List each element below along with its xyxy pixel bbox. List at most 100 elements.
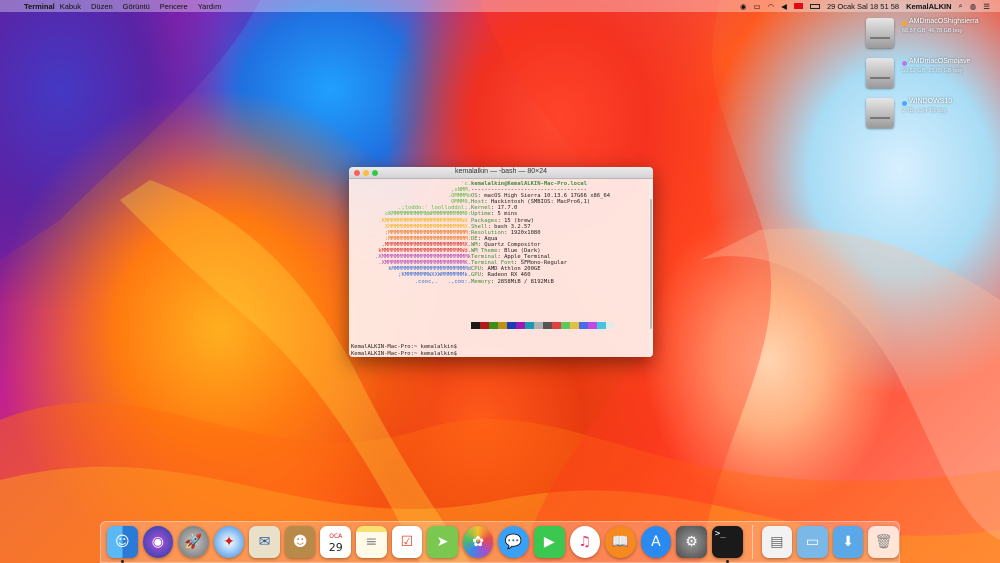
menu-pencere[interactable]: Pencere: [155, 2, 193, 11]
desktop-drive-mojave[interactable]: AMDmacOSmojave 59,62 GB, 25,05 GB boş: [866, 58, 996, 92]
system-info-value: : 2858MiB / 8192MiB: [490, 278, 554, 285]
drive-capacity: 2 TB, 1,94 TB boş: [902, 108, 947, 114]
system-info-value: : 5 mins: [490, 211, 518, 218]
menu-yardim[interactable]: Yardım: [193, 2, 227, 11]
notification-center-icon[interactable]: ☰: [983, 2, 990, 11]
system-info-key: Memory: [471, 278, 491, 285]
system-info-key: GPU: [471, 272, 481, 279]
color-swatch: [552, 322, 561, 329]
terminal-scrollbar[interactable]: [649, 179, 653, 357]
system-info-key: CPU: [471, 266, 481, 273]
system-info-value: : 17.7.0: [490, 205, 518, 212]
shell-prompt-line: KemalALKIN-Mac-Pro:~ kemalalkin$: [351, 344, 457, 350]
system-info-value: : Hackintosh (SMBIOS: MacPro6,1): [484, 199, 591, 206]
drive-name: WINDOWS10: [909, 98, 953, 105]
terminal-app-icon[interactable]: >_: [711, 526, 743, 563]
messages-icon[interactable]: 💬: [498, 526, 529, 558]
contacts-icon[interactable]: ☻: [284, 526, 316, 558]
system-info-value: : SFMono-Regular: [514, 260, 568, 267]
documents-folder-icon[interactable]: ▭: [797, 526, 828, 558]
menubar-clock[interactable]: 29 Ocak Sal 18 51 58: [827, 2, 899, 11]
hard-drive-icon: [866, 98, 894, 128]
terminal-titlebar[interactable]: kemalalkin — -bash — 80×24: [349, 167, 653, 179]
spotlight-icon[interactable]: ⌕: [959, 1, 963, 11]
facetime-icon[interactable]: ▶: [533, 526, 565, 558]
menu-duzen[interactable]: Düzen: [86, 2, 118, 11]
drive-tag-dot: [902, 61, 907, 66]
ascii-apple-logo: 'c. ,xNMM. .OMMMMo OMMM0, .;loddo:' loollodd…: [351, 181, 471, 285]
system-info-key: Uptime: [471, 211, 491, 218]
system-info-value: : macOS High Sierra 10.13.6 17G66 x86_64: [477, 193, 611, 200]
system-preferences-icon[interactable]: ⚙: [676, 526, 707, 558]
battery-icon[interactable]: [809, 3, 820, 9]
system-info-value: : Apple_Terminal: [497, 254, 551, 261]
drive-capacity: 68,57 GB, 46,78 GB boş: [902, 28, 962, 34]
downloads-stack-icon[interactable]: ▤: [761, 526, 793, 558]
color-swatch: [534, 322, 543, 329]
reminders-icon[interactable]: ☑: [391, 526, 423, 558]
wifi-icon[interactable]: ◠: [768, 2, 775, 11]
siri-icon[interactable]: ◍: [970, 2, 977, 11]
photos-icon[interactable]: ✿: [462, 526, 494, 558]
color-swatch: [471, 322, 480, 329]
hard-drive-icon: [866, 18, 894, 48]
menu-bar: Terminal Kabuk Düzen Görüntü Pencere Yar…: [0, 0, 1000, 12]
system-info-key: DE: [471, 235, 478, 242]
shell-prompt-line: KemalALKIN-Mac-Pro:~ kemalalkin$: [351, 350, 457, 357]
desktop-drive-highsierra[interactable]: AMDmacOShighsierra 68,57 GB, 46,78 GB bo…: [866, 18, 996, 52]
mail-icon[interactable]: ✉: [249, 526, 280, 558]
menubar-user[interactable]: KemalALKIN: [906, 2, 951, 11]
drive-tag-dot: [902, 21, 907, 26]
color-swatch: [588, 322, 597, 329]
drive-tag-dot: [902, 101, 907, 106]
calendar-icon[interactable]: OCA 29: [320, 526, 352, 558]
system-info-value: kemalalkin@KemalALKIN-Mac-Pro.local: [471, 181, 587, 187]
downloads-folder-icon[interactable]: ⬇: [832, 526, 864, 558]
app-store-icon[interactable]: A: [640, 526, 672, 558]
system-info-key: Packages: [471, 217, 498, 224]
color-swatch: [606, 322, 615, 329]
airplay-icon[interactable]: ▭: [754, 2, 761, 11]
shell-prompts[interactable]: KemalALKIN-Mac-Pro:~ kemalalkin$ KemalALK…: [351, 344, 493, 357]
color-swatch: [498, 322, 507, 329]
ibooks-icon[interactable]: 📖: [605, 526, 636, 558]
launchpad-icon[interactable]: 🚀: [178, 526, 209, 558]
desktop-drive-windows10[interactable]: WINDOWS10 2 TB, 1,94 TB boş: [866, 98, 996, 132]
menu-kabuk[interactable]: Kabuk: [55, 2, 86, 11]
system-info: kemalalkin@KemalALKIN-Mac-Pro.local -----…: [471, 181, 647, 285]
itunes-icon[interactable]: ♫: [569, 526, 601, 558]
color-swatch: [579, 322, 588, 329]
system-info-key: WM Theme: [471, 248, 498, 255]
system-info-value: : Aqua: [477, 235, 498, 242]
calendar-day: 29: [328, 541, 343, 554]
system-info-key: Kernel: [471, 205, 491, 212]
system-info-row: Memory: 2858MiB / 8192MiB: [471, 279, 647, 285]
safari-icon[interactable]: ✦: [213, 526, 245, 558]
menu-goruntu[interactable]: Görüntü: [118, 2, 155, 11]
volume-icon[interactable]: ◀: [781, 2, 787, 11]
system-info-value: : AMD Athlon 200GE: [480, 266, 541, 273]
system-info-key: Host: [471, 199, 485, 206]
trash-icon[interactable]: 🗑: [868, 526, 899, 558]
color-swatch: [525, 322, 534, 329]
color-swatch: [543, 322, 552, 329]
system-info-value: : Quartz Compositor: [477, 241, 541, 248]
siri-icon[interactable]: ◉: [142, 526, 174, 558]
notification-icon[interactable]: ◉: [740, 2, 747, 11]
color-swatch: [480, 322, 489, 329]
color-swatch: [489, 322, 498, 329]
notes-icon[interactable]: ≡: [356, 526, 387, 558]
menu-app-name[interactable]: Terminal: [20, 2, 55, 11]
dock-separator: [751, 525, 753, 559]
finder-icon[interactable]: ☺: [107, 526, 138, 563]
drive-name: AMDmacOSmojave: [909, 58, 971, 65]
terminal-window[interactable]: kemalalkin — -bash — 80×24 'c. ,xNMM. .OMM…: [349, 167, 653, 357]
system-info-value: : 1920x1080: [504, 229, 541, 236]
terminal-output[interactable]: 'c. ,xNMM. .OMMMMo OMMM0, .;loddo:' loollodd…: [349, 179, 649, 357]
maps-icon[interactable]: ➤: [427, 526, 458, 558]
status-area: ◉ ▭ ◠ ◀ 29 Ocak Sal 18 51 58 KemalALKIN …: [740, 1, 1000, 11]
input-source-flag-icon[interactable]: [793, 3, 803, 9]
color-swatch: [570, 322, 579, 329]
color-swatch: [507, 322, 516, 329]
system-info-key: Resolution: [471, 229, 505, 236]
